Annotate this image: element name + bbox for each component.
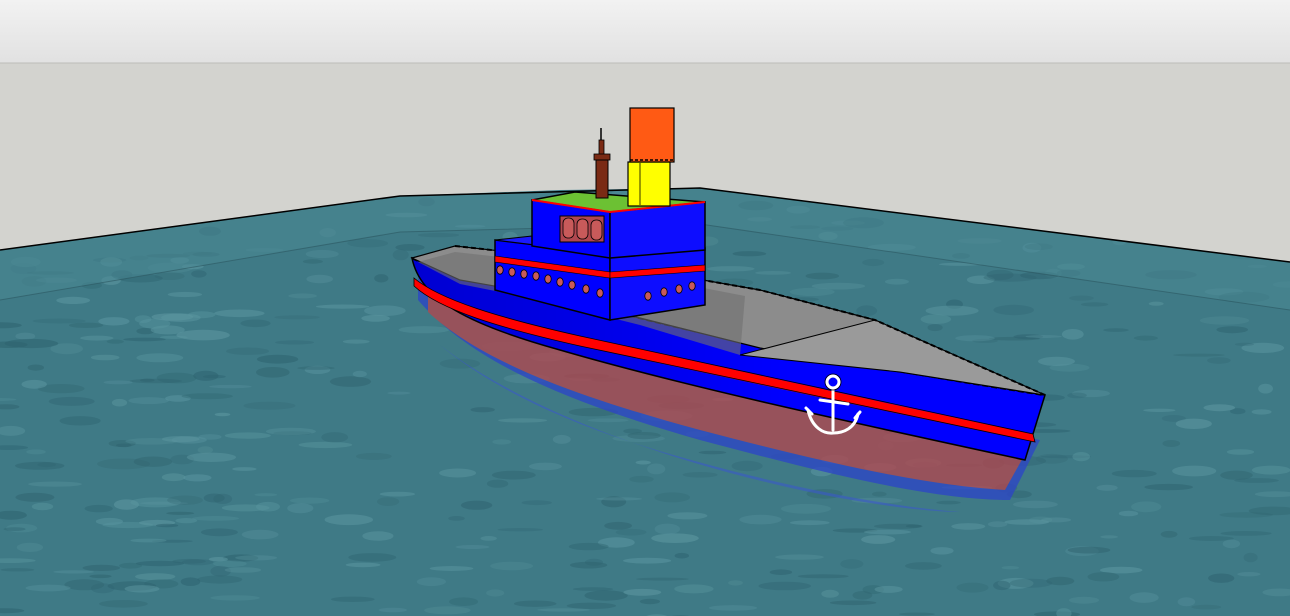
porthole: [544, 274, 552, 284]
porthole: [496, 265, 504, 275]
porthole: [660, 287, 668, 297]
porthole: [520, 269, 528, 279]
porthole: [582, 284, 590, 294]
porthole: [568, 280, 576, 290]
model-scene[interactable]: [0, 0, 1290, 616]
wheelhouse: [531, 191, 706, 259]
3d-viewport[interactable]: [0, 0, 1290, 616]
porthole: [508, 267, 516, 277]
porthole: [644, 291, 652, 301]
porthole: [688, 281, 696, 291]
porthole: [596, 288, 604, 298]
sky-band: [0, 0, 1290, 64]
porthole: [675, 284, 683, 294]
wheelhouse-windows: [559, 215, 605, 243]
porthole: [532, 271, 540, 281]
porthole: [556, 277, 564, 287]
funnel: [627, 107, 675, 207]
